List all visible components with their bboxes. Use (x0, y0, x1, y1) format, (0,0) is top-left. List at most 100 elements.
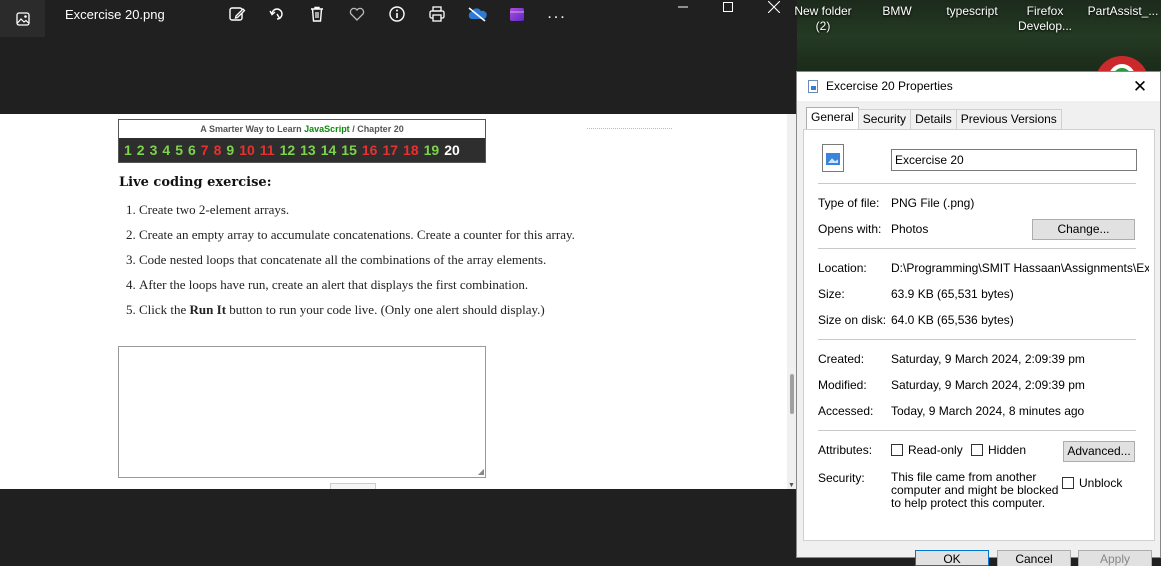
unblock-checkbox[interactable]: Unblock (1062, 476, 1122, 490)
chapter-number: 5 (175, 142, 183, 158)
ok-button[interactable]: OK (915, 550, 989, 566)
advanced-button[interactable]: Advanced... (1063, 441, 1135, 462)
created-value: Saturday, 9 March 2024, 2:09:39 pm (891, 352, 1085, 366)
type-label: Type of file: (818, 196, 880, 210)
banner-prefix: A Smarter Way to Learn (200, 124, 305, 134)
run-it-button (330, 483, 376, 489)
step-number: 4. (126, 277, 136, 292)
dialog-title-bar: Excercise 20 Properties ✕ (797, 72, 1160, 101)
checkbox-box[interactable] (971, 444, 983, 456)
size-value: 63.9 KB (65,531 bytes) (891, 287, 1014, 301)
tab-strip: General Security Details Previous Versio… (806, 107, 1062, 129)
info-icon[interactable] (382, 3, 412, 25)
divider (818, 430, 1136, 431)
step-item: 1. Create two 2-element arrays. (119, 203, 589, 217)
tab-details[interactable]: Details (910, 109, 957, 129)
cancel-button[interactable]: Cancel (997, 550, 1071, 566)
clipchamp-icon[interactable] (502, 3, 532, 25)
maximize-icon[interactable] (708, 0, 748, 17)
banner-suffix: / Chapter 20 (349, 124, 404, 134)
scroll-down-icon[interactable]: ▼ (788, 482, 795, 489)
file-icon (808, 80, 818, 93)
desktop-background: New folder (2) BMW typescript Firefox De… (794, 0, 1161, 86)
accessed-label: Accessed: (818, 404, 874, 418)
attributes-label: Attributes: (818, 443, 873, 457)
desktop-item-partassist[interactable]: PartAssist_... (1085, 4, 1161, 19)
onedrive-icon[interactable] (462, 3, 492, 25)
checkbox-box[interactable] (1062, 477, 1074, 489)
chapter-number: 8 (213, 142, 222, 158)
desktop-item-bmw[interactable]: BMW (877, 4, 917, 19)
dialog-title: Excercise 20 Properties (826, 79, 953, 93)
file-name-field[interactable] (891, 149, 1137, 171)
step-item: 3. Code nested loops that concatenate all… (119, 253, 589, 267)
accessed-value: Today, 9 March 2024, 8 minutes ago (891, 404, 1085, 418)
security-message: This file came from another computer and… (891, 470, 1059, 510)
photos-app-icon (0, 0, 45, 37)
photos-viewer: Excercise 20.png ... A Smarter Way to Le… (0, 0, 797, 558)
opens-with-label: Opens with: (818, 222, 882, 236)
step-text: After the loops have run, create an aler… (139, 277, 529, 292)
step-item: 2. Create an empty array to accumulate co… (119, 228, 589, 242)
chapter-number: 3 (149, 142, 158, 158)
chapter-number: 10 (239, 142, 255, 158)
edit-image-icon[interactable] (222, 3, 252, 25)
desktop-item-typescript[interactable]: typescript (937, 4, 1007, 19)
png-file-icon (822, 144, 844, 172)
rotate-icon[interactable] (262, 3, 292, 25)
divider (818, 248, 1136, 249)
delete-icon[interactable] (302, 3, 332, 25)
chapter-numbers: 1 2 3 4 5 6 7 8 9 10 11 12 13 14 15 16 17 18 19 20 (119, 138, 485, 162)
read-only-checkbox[interactable]: Read-only (891, 443, 963, 457)
properties-dialog: Excercise 20 Properties ✕ General Securi… (796, 71, 1161, 566)
chapter-number: 2 (136, 142, 145, 158)
chapter-banner: A Smarter Way to Learn JavaScript / Chap… (118, 119, 486, 163)
change-button[interactable]: Change... (1032, 219, 1135, 240)
step-item: 4. After the loops have run, create an al… (119, 278, 589, 292)
step-text: button to run your code live. (Only one … (226, 302, 545, 317)
chapter-number: 16 (361, 142, 378, 158)
apply-button[interactable]: Apply (1078, 550, 1152, 566)
dotted-divider (587, 128, 672, 129)
more-options-icon[interactable]: ... (542, 3, 572, 25)
print-icon[interactable] (422, 3, 452, 25)
minimize-icon[interactable] (663, 0, 703, 17)
favorite-icon[interactable] (342, 3, 372, 25)
close-window-icon[interactable] (754, 0, 794, 17)
step-number: 5. (126, 302, 136, 317)
location-value: D:\Programming\SMIT Hassaan\Assignments\… (891, 261, 1149, 275)
desktop-item-firefox-developer[interactable]: Firefox Develop... (1017, 4, 1073, 34)
divider (818, 339, 1136, 340)
banner-title: A Smarter Way to Learn JavaScript / Chap… (119, 120, 485, 138)
chapter-number: 20 (444, 142, 460, 158)
run-it-text: Run It (189, 302, 227, 317)
location-label: Location: (818, 261, 867, 275)
read-only-label: Read-only (908, 443, 963, 457)
tab-security[interactable]: Security (857, 109, 912, 129)
security-label: Security: (818, 471, 865, 485)
title-bar: Excercise 20.png ... (0, 0, 797, 37)
desktop-item-new-folder[interactable]: New folder (2) (793, 4, 853, 34)
scrollbar-thumb[interactable] (790, 374, 794, 414)
chapter-number: 1 (124, 142, 132, 158)
step-number: 2. (126, 227, 136, 242)
checkbox-box[interactable] (891, 444, 903, 456)
size-label: Size: (818, 287, 845, 301)
size-on-disk-value: 64.0 KB (65,536 bytes) (891, 313, 1014, 327)
close-icon[interactable]: ✕ (1120, 72, 1160, 101)
step-number: 1. (126, 202, 136, 217)
chapter-number: 13 (300, 142, 316, 158)
chapter-number: 19 (423, 142, 440, 158)
code-textarea: ◢ (118, 346, 486, 478)
modified-value: Saturday, 9 March 2024, 2:09:39 pm (891, 378, 1085, 392)
chapter-number: 11 (259, 142, 275, 158)
displayed-image[interactable]: A Smarter Way to Learn JavaScript / Chap… (0, 114, 787, 489)
hidden-checkbox[interactable]: Hidden (971, 443, 1026, 457)
hidden-label: Hidden (988, 443, 1027, 457)
tab-general[interactable]: General (806, 107, 859, 129)
tab-previous-versions[interactable]: Previous Versions (955, 109, 1062, 129)
chapter-number: 17 (382, 142, 399, 158)
resize-grip-icon: ◢ (477, 467, 484, 476)
general-panel: Type of file: PNG File (.png) Opens with… (803, 129, 1155, 541)
type-value: PNG File (.png) (891, 196, 975, 210)
